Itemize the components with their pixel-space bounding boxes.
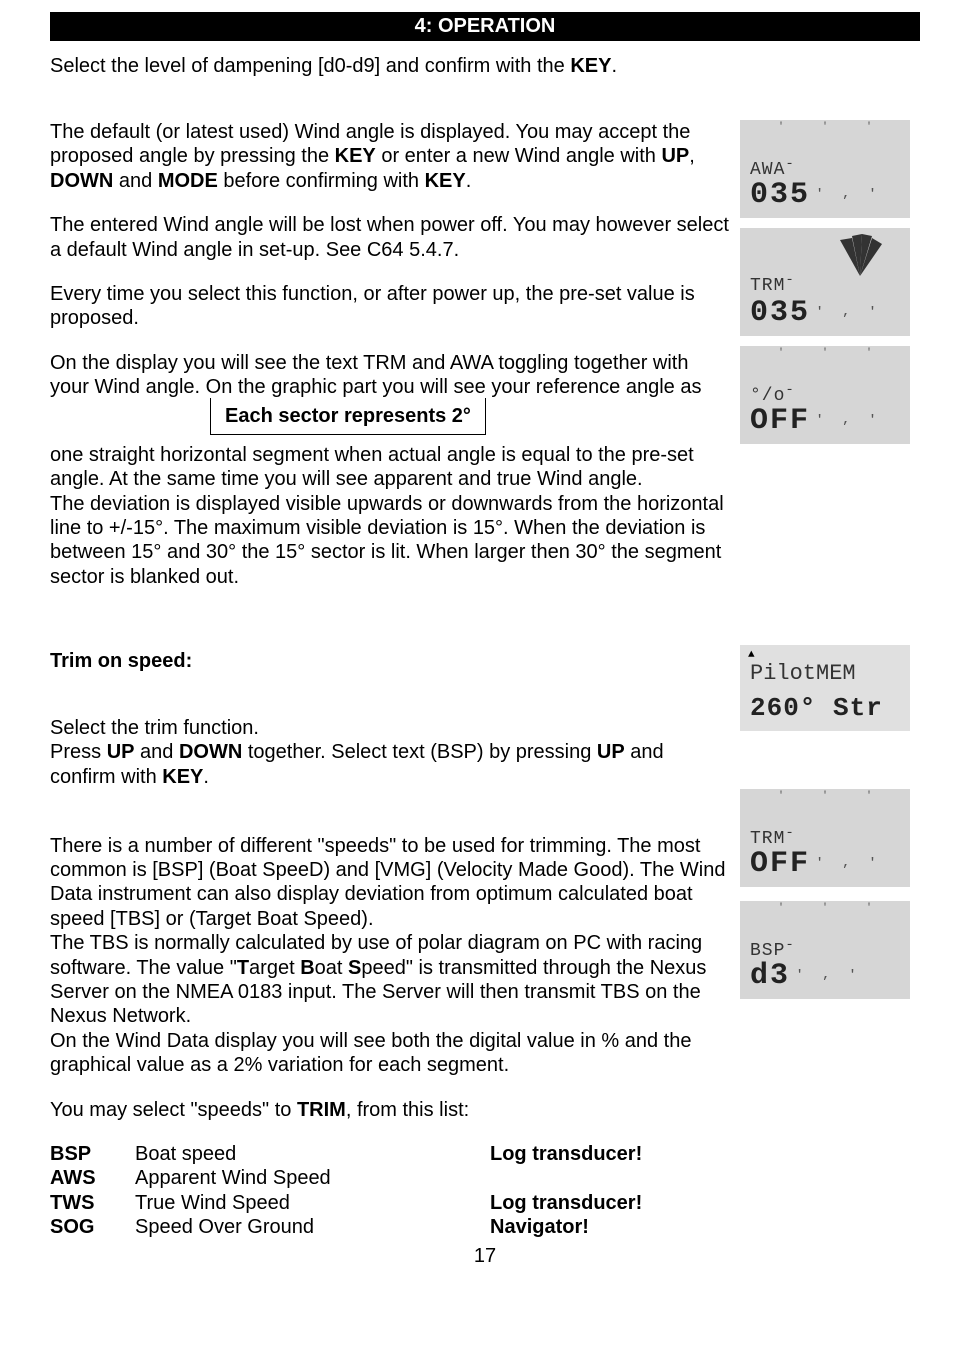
page-number: 17 <box>50 1245 920 1268</box>
p7arget: arget <box>249 957 300 979</box>
speed-list: BSP Boat speed Log transducer! AWS Appar… <box>50 1142 730 1240</box>
callout-box: Each sector represents 2° <box>210 398 486 435</box>
paragraph-8: You may select "speeds" to TRIM, from th… <box>50 1098 730 1122</box>
speed-abbr: SOG <box>50 1215 135 1239</box>
speed-desc: Boat speed <box>135 1142 490 1166</box>
p7oat: oat <box>315 957 348 979</box>
paragraph-3: Every time you select this function, or … <box>50 282 730 331</box>
down-1: DOWN <box>50 170 113 192</box>
key-2: KEY <box>425 170 466 192</box>
speed-note: Log transducer! <box>490 1191 642 1215</box>
fan-icon <box>830 232 890 276</box>
and-1: and <box>113 170 157 192</box>
key-3: KEY <box>162 766 203 788</box>
p8a: You may select "speeds" to <box>50 1099 297 1121</box>
lcd-trm-off: ''' TRM- OFF' , ' <box>740 789 910 887</box>
up-1: UP <box>661 145 689 167</box>
lcd-off1-label: °/o <box>750 386 785 406</box>
p7bb: B <box>300 957 314 979</box>
paragraph-4: On the display you will see the text TRM… <box>50 351 730 400</box>
lcd-awa-value: 035 <box>750 178 810 212</box>
list-item: BSP Boat speed Log transducer! <box>50 1142 730 1166</box>
p1c: before confirming with <box>218 170 425 192</box>
paragraph-6: Select the trim function. Press UP and D… <box>50 692 730 790</box>
trim-on-speed-heading: Trim on speed: <box>50 649 730 673</box>
paragraph-2: The entered Wind angle will be lost when… <box>50 213 730 262</box>
lcd-percent-off: ''' °/o- OFF' , ' <box>740 346 910 444</box>
lcd-trm-035: TRM- 035' , ' <box>740 228 910 336</box>
paragraph-1: The default (or latest used) Wind angle … <box>50 120 730 193</box>
and-2: and <box>134 741 178 763</box>
intro-text: Select the level of dampening [d0-d9] an… <box>50 55 570 77</box>
lcd-awa: ''' AWA- 035' , ' <box>740 120 910 218</box>
paragraph-7: There is a number of different "speeds" … <box>50 809 730 1077</box>
lcd-pilot-value: 260° Str <box>750 693 883 723</box>
lcd-awa-label: AWA <box>750 160 785 180</box>
lcd-trmoff-value: OFF <box>750 847 810 881</box>
speed-note: Navigator! <box>490 1215 589 1239</box>
speed-desc: True Wind Speed <box>135 1191 490 1215</box>
section-header: 4: OPERATION <box>50 12 920 41</box>
speed-desc: Speed Over Ground <box>135 1215 490 1239</box>
lcd-off1-value: OFF <box>750 404 810 438</box>
p7s: S <box>348 957 361 979</box>
speed-note: Log transducer! <box>490 1142 642 1166</box>
p6b: together. Select text (BSP) by pressing <box>242 741 597 763</box>
up-2: UP <box>107 741 135 763</box>
trim-word: TRIM <box>297 1099 346 1121</box>
key-1: KEY <box>335 145 376 167</box>
lcd-trm-label: TRM <box>750 276 785 296</box>
lcd-pilot: ▲ PilotMEM 260° Str <box>740 645 910 731</box>
speed-abbr: AWS <box>50 1166 135 1190</box>
lcd-trmoff-label: TRM <box>750 829 785 849</box>
speed-abbr: BSP <box>50 1142 135 1166</box>
lcd-pilot-label: PilotMEM <box>750 661 856 686</box>
p7t: T <box>237 957 249 979</box>
lcd-bsp: ''' BSP- d3' , ' <box>740 901 910 999</box>
speed-desc: Apparent Wind Speed <box>135 1166 490 1190</box>
intro-paragraph: Select the level of dampening [d0-d9] an… <box>50 55 920 78</box>
lcd-bsp-label: BSP <box>750 941 785 961</box>
lcd-trm-value: 035 <box>750 296 810 330</box>
p1b: or enter a new Wind angle with <box>376 145 662 167</box>
lcd-bsp-value: d3 <box>750 959 790 993</box>
paragraph-5: one straight horizontal segment when act… <box>50 443 730 589</box>
key-label: KEY <box>570 55 611 77</box>
list-item: TWS True Wind Speed Log transducer! <box>50 1191 730 1215</box>
list-item: AWS Apparent Wind Speed <box>50 1166 730 1190</box>
down-2: DOWN <box>179 741 242 763</box>
mode-1: MODE <box>158 170 218 192</box>
up-3: UP <box>597 741 625 763</box>
speed-abbr: TWS <box>50 1191 135 1215</box>
p8b: , from this list: <box>346 1099 469 1121</box>
list-item: SOG Speed Over Ground Navigator! <box>50 1215 730 1239</box>
